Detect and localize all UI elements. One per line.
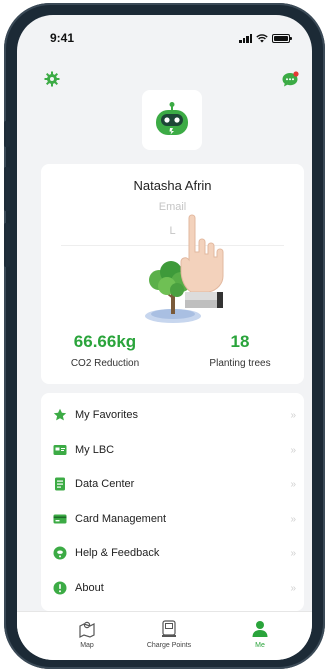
user-name: Natasha Afrin: [133, 178, 212, 193]
tab-label: Map: [80, 642, 94, 649]
co2-reduction-value: 66.66kg: [73, 332, 137, 351]
app-screen: 9:41 Natasha Afrin Email L 66.66kg CO2 R…: [17, 15, 312, 660]
person-icon: [225, 618, 295, 640]
volume-down-button: [4, 223, 10, 267]
menu-item-label: About: [75, 582, 104, 594]
battery-icon: [272, 33, 292, 43]
menu-item-label: Help & Feedback: [75, 547, 160, 559]
robot-avatar-icon: [156, 102, 188, 135]
info-icon: [53, 581, 67, 595]
chevron-right-icon: »: [290, 444, 295, 456]
avatar[interactable]: [142, 90, 202, 150]
pointing-hand-icon: [180, 214, 224, 308]
menu-item-my-favorites[interactable]: My Favorites »: [41, 398, 304, 432]
co2-reduction-label: CO2 Reduction: [70, 358, 140, 369]
planting-trees-stat: 18 Planting trees: [180, 332, 300, 369]
chevron-right-icon: »: [290, 513, 295, 525]
menu-item-card-management[interactable]: Card Management »: [41, 502, 304, 536]
card-icon: [53, 443, 67, 457]
tab-me[interactable]: Me: [225, 618, 295, 649]
signal-icon: [239, 33, 252, 43]
wallet-icon: [53, 512, 67, 526]
tab-charge-points[interactable]: Charge Points: [134, 618, 204, 649]
bottom-tab-bar: Map Charge Points Me: [17, 611, 312, 660]
volume-up-button: [4, 167, 10, 211]
message-icon[interactable]: [281, 70, 299, 88]
menu-item-help-feedback[interactable]: Help & Feedback »: [41, 536, 304, 570]
tab-map[interactable]: Map: [52, 618, 122, 649]
menu-list: My Favorites » My LBC » Data Center » Ca…: [41, 393, 304, 611]
chevron-right-icon: »: [290, 582, 295, 594]
menu-item-my-lbc[interactable]: My LBC »: [41, 433, 304, 467]
chevron-right-icon: »: [290, 478, 295, 490]
star-icon: [53, 408, 67, 422]
menu-item-about[interactable]: About »: [41, 571, 304, 605]
email-link[interactable]: Email: [41, 201, 304, 213]
menu-item-label: My Favorites: [75, 409, 138, 421]
login-link[interactable]: L: [41, 225, 304, 237]
status-time: 9:41: [50, 31, 75, 45]
map-icon: [52, 618, 122, 640]
menu-item-label: Data Center: [75, 478, 135, 490]
menu-item-label: My LBC: [75, 444, 115, 456]
status-icons: [239, 33, 292, 43]
menu-item-label: Card Management: [75, 513, 167, 525]
help-icon: [53, 546, 67, 560]
wifi-icon: [256, 33, 268, 42]
tab-label: Charge Points: [146, 642, 192, 649]
planting-trees-label: Planting trees: [209, 358, 271, 369]
card-divider: [61, 245, 284, 246]
settings-gear-icon[interactable]: [43, 70, 61, 88]
status-bar: 9:41: [17, 31, 312, 49]
document-icon: [53, 477, 67, 491]
profile-card: Natasha Afrin Email L 66.66kg CO2 Reduct…: [41, 164, 304, 384]
planting-trees-value: 18: [230, 332, 250, 351]
mute-switch: [4, 121, 10, 147]
chevron-right-icon: »: [290, 409, 295, 421]
tab-label: Me: [255, 642, 265, 649]
phone-frame: 9:41 Natasha Afrin Email L 66.66kg CO2 R…: [4, 3, 325, 669]
co2-reduction-stat: 66.66kg CO2 Reduction: [45, 332, 165, 369]
chevron-right-icon: »: [290, 547, 295, 559]
charger-icon: [134, 618, 204, 640]
menu-item-data-center[interactable]: Data Center »: [41, 467, 304, 501]
